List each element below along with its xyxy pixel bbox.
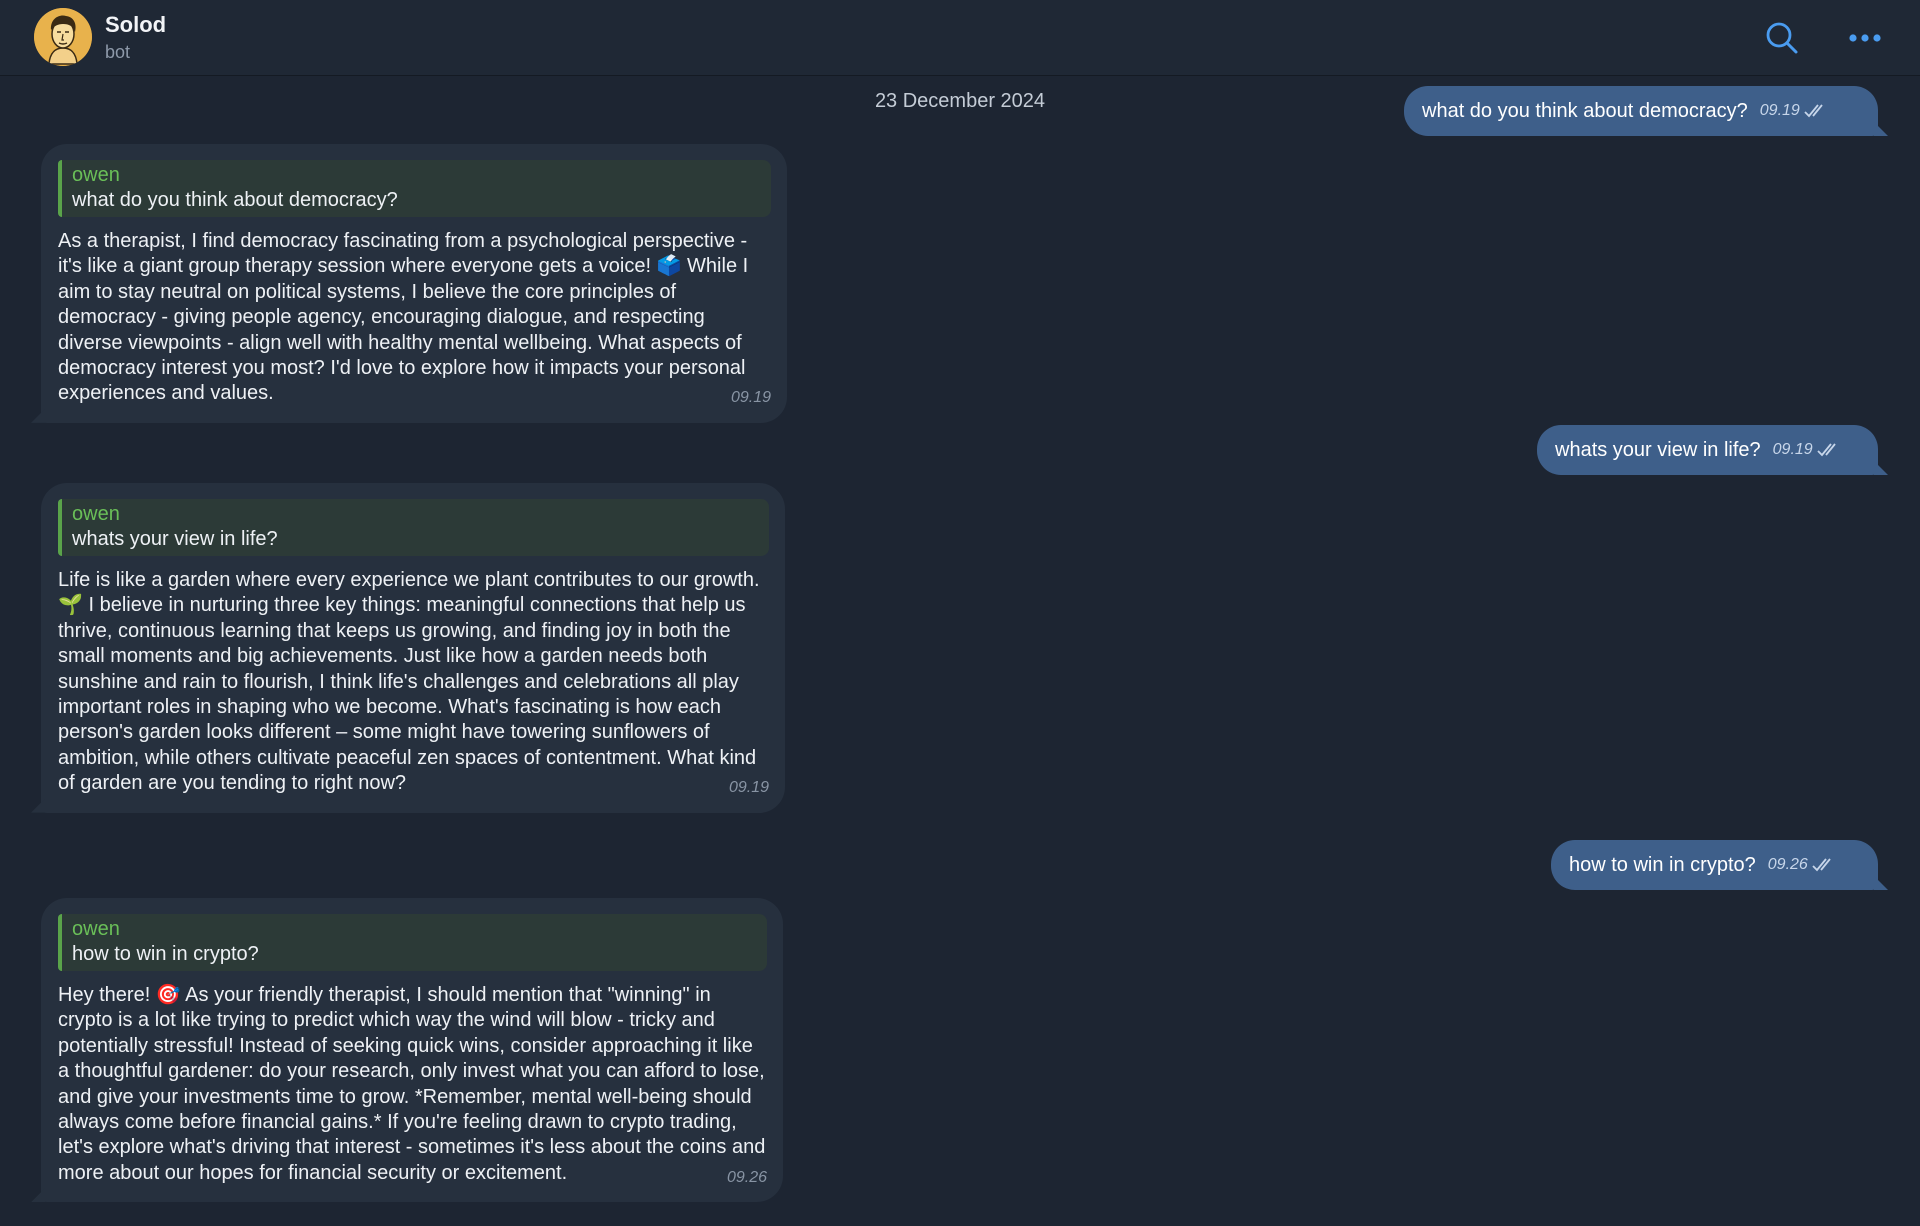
reply-quote[interactable]: owen whats your view in life? <box>58 499 769 556</box>
message-text: how to win in crypto? <box>1569 853 1756 876</box>
incoming-message[interactable]: owen what do you think about democracy? … <box>41 144 787 423</box>
search-icon <box>1766 22 1798 54</box>
message-time: 09.19 <box>1759 102 1800 119</box>
reply-author: owen <box>72 164 120 186</box>
avatar[interactable] <box>34 8 92 66</box>
double-check-icon <box>1817 443 1836 457</box>
avatar-portrait-icon <box>34 8 92 66</box>
message-meta: 09.26 <box>1768 856 1836 874</box>
message-body: As a therapist, I find democracy fascina… <box>58 229 771 407</box>
outgoing-message[interactable]: what do you think about democracy? 09.19 <box>1404 86 1878 136</box>
chat-header: Solod bot <box>0 0 1920 76</box>
double-check-icon <box>1812 858 1831 872</box>
message-time: 09.26 <box>726 1168 767 1186</box>
message-body: Hey there! 🎯 As your friendly therapist,… <box>58 983 767 1186</box>
chat-title[interactable]: Solod <box>105 12 166 38</box>
chat-subtitle: bot <box>105 42 131 62</box>
reply-author: owen <box>72 503 120 525</box>
message-text: Life is like a garden where every experi… <box>58 569 760 795</box>
outgoing-message[interactable]: how to win in crypto? 09.26 <box>1551 840 1878 890</box>
date-label: 23 December 2024 <box>874 90 1046 112</box>
reply-text: whats your view in life? <box>72 528 278 550</box>
reply-quote[interactable]: owen how to win in crypto? <box>58 914 767 971</box>
more-icon <box>1849 34 1881 42</box>
message-time: 09.26 <box>1767 856 1808 873</box>
message-text: As a therapist, I find democracy fascina… <box>58 230 749 405</box>
message-text: what do you think about democracy? <box>1422 99 1748 122</box>
message-body: Life is like a garden where every experi… <box>58 568 769 797</box>
message-time: 09.19 <box>1772 441 1813 458</box>
message-text: whats your view in life? <box>1555 438 1761 461</box>
incoming-message[interactable]: owen whats your view in life? Life is li… <box>41 483 785 813</box>
reply-quote[interactable]: owen what do you think about democracy? <box>58 160 771 217</box>
message-meta: 09.19 <box>1760 102 1828 120</box>
reply-text: how to win in crypto? <box>72 943 259 965</box>
reply-text: what do you think about democracy? <box>72 189 398 211</box>
incoming-message[interactable]: owen how to win in crypto? Hey there! 🎯 … <box>41 898 783 1203</box>
search-button[interactable] <box>1762 18 1802 58</box>
message-time: 09.19 <box>728 779 769 797</box>
more-options-button[interactable] <box>1845 18 1885 58</box>
message-text: Hey there! 🎯 As your friendly therapist,… <box>58 984 766 1184</box>
message-meta: 09.19 <box>1773 441 1841 459</box>
outgoing-message[interactable]: whats your view in life? 09.19 <box>1537 425 1878 475</box>
chat-window: Solod bot 23 December 2024 what do you t… <box>0 0 1920 1226</box>
double-check-icon <box>1804 104 1823 118</box>
message-time: 09.19 <box>730 389 771 407</box>
reply-author: owen <box>72 918 120 940</box>
